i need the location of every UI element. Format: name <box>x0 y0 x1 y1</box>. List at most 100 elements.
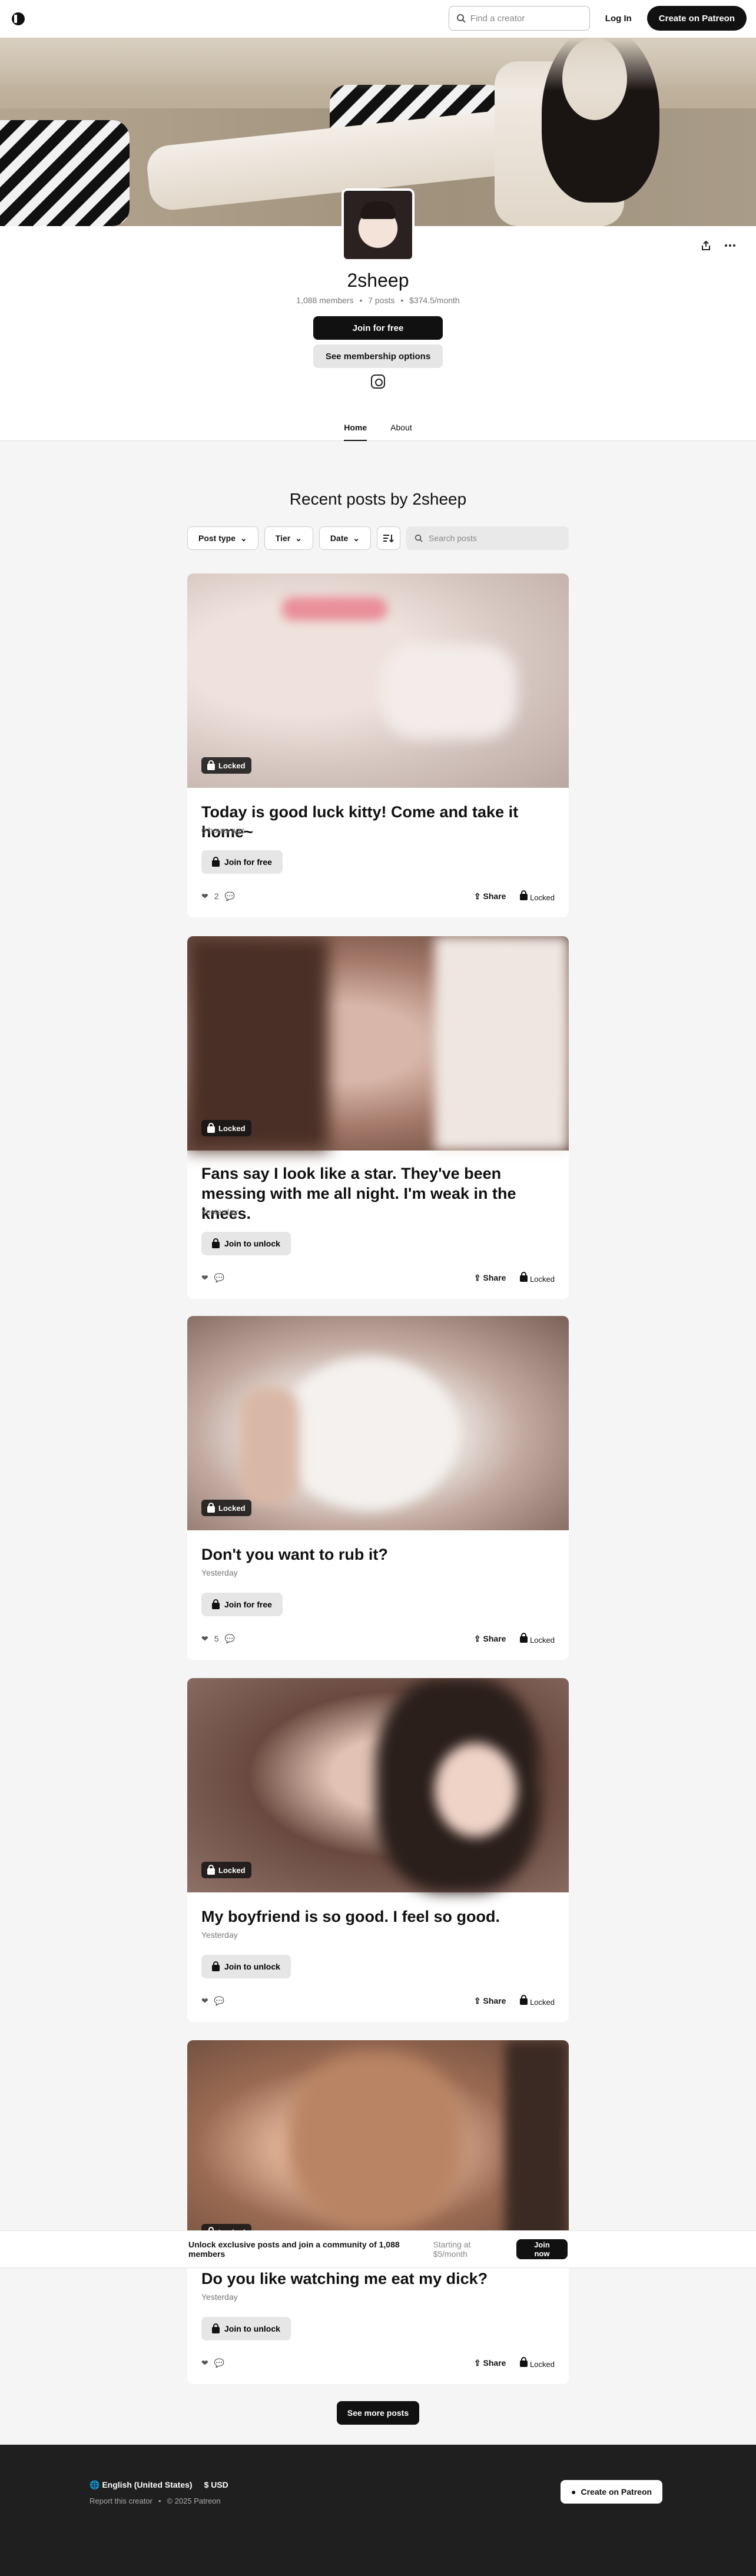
report-creator-link[interactable]: Report this creator <box>89 2497 152 2505</box>
locked-badge: Locked <box>201 1120 251 1136</box>
share-icon: ⇪ <box>473 891 481 901</box>
post-date: Yesterday <box>201 2292 238 2302</box>
locked-status: Locked <box>520 1994 555 2007</box>
locked-badge: Locked <box>201 1862 251 1878</box>
post-title[interactable]: Fans say I look like a star. They've bee… <box>201 1163 555 1224</box>
membership-options-button[interactable]: See membership options <box>313 344 443 368</box>
footer-create-button[interactable]: ● Create on Patreon <box>561 2480 663 2504</box>
share-button[interactable]: ⇪ Share <box>474 1996 506 2006</box>
see-more-posts-button[interactable]: See more posts <box>337 2401 419 2425</box>
tab-about[interactable]: About <box>390 420 412 441</box>
sort-button[interactable] <box>377 526 401 550</box>
join-button[interactable]: Join for free <box>201 1593 283 1616</box>
copyright: © 2025 Patreon <box>167 2497 221 2505</box>
lock-icon <box>212 1961 220 1971</box>
post-thumbnail[interactable]: Locked <box>187 573 569 788</box>
filter-post-type[interactable]: Post type ⌄ <box>187 526 258 550</box>
join-button[interactable]: Join to unlock <box>201 1232 291 1255</box>
lock-icon <box>520 1271 528 1282</box>
post-date: 6 hours ago <box>201 825 245 835</box>
instagram-icon[interactable] <box>371 374 385 389</box>
heart-icon[interactable]: ❤ <box>201 1273 208 1283</box>
locked-badge: Locked <box>201 1500 251 1516</box>
create-on-patreon-button[interactable]: Create on Patreon <box>646 6 747 31</box>
post-card[interactable]: Locked Fans say I look like a star. They… <box>187 936 569 1299</box>
lock-icon <box>207 1123 215 1133</box>
login-button[interactable]: Log In <box>599 14 638 24</box>
posts-count: 7 posts <box>368 296 395 305</box>
lock-icon <box>212 2323 220 2333</box>
search-placeholder: Find a creator <box>470 13 525 24</box>
post-thumbnail[interactable]: Locked <box>187 1316 569 1530</box>
more-options-icon[interactable] <box>722 237 738 254</box>
filter-tier[interactable]: Tier ⌄ <box>264 526 313 550</box>
share-button[interactable]: ⇪ Share <box>474 891 506 901</box>
post-title[interactable]: My boyfriend is so good. I feel so good. <box>201 1907 500 1927</box>
post-search-input[interactable]: Search posts <box>406 526 569 550</box>
lock-icon <box>207 1503 215 1513</box>
join-button[interactable]: Join to unlock <box>201 1955 291 1978</box>
post-card[interactable]: Locked Don't you want to rub it? Yesterd… <box>187 1316 569 1660</box>
share-icon: ⇪ <box>473 1272 481 1282</box>
comment-icon[interactable]: 💬 <box>225 891 235 901</box>
creator-search-input[interactable]: Find a creator <box>448 6 590 31</box>
currency-selector[interactable]: $ USD <box>204 2480 228 2490</box>
share-button[interactable]: ⇪ Share <box>474 2358 506 2368</box>
members-count: 1,088 members <box>296 296 354 305</box>
post-title[interactable]: Don't you want to rub it? <box>201 1544 388 1564</box>
post-card[interactable]: Locked Today is good luck kitty! Come an… <box>187 573 569 917</box>
share-button[interactable]: ⇪ Share <box>474 1634 506 1644</box>
post-thumbnail[interactable]: Locked <box>187 1678 569 1892</box>
lock-icon <box>212 857 220 867</box>
filter-date[interactable]: Date ⌄ <box>319 526 372 550</box>
creator-name: 2sheep <box>347 270 409 291</box>
comment-icon[interactable]: 💬 <box>214 1273 224 1283</box>
post-card[interactable]: Locked My boyfriend is so good. I feel s… <box>187 1678 569 2022</box>
chevron-down-icon: ⌄ <box>295 533 302 543</box>
search-icon <box>456 14 466 23</box>
lock-icon <box>212 1599 220 1609</box>
top-bar: Find a creator Log In Create on Patreon <box>0 0 756 38</box>
patreon-logo-icon: ● <box>571 2487 576 2497</box>
lock-icon <box>520 890 528 900</box>
post-date: Yesterday <box>201 1930 238 1940</box>
comment-icon[interactable]: 💬 <box>225 1634 235 1644</box>
locked-status: Locked <box>520 1271 555 1284</box>
post-thumbnail[interactable]: Locked <box>187 936 569 1151</box>
heart-icon[interactable]: ❤ <box>201 1996 208 2006</box>
monthly-income: $374.5/month <box>409 296 460 305</box>
locked-badge: Locked <box>201 757 251 774</box>
join-now-button[interactable]: Join now <box>516 2239 568 2259</box>
heart-icon[interactable]: ❤ <box>201 2358 208 2368</box>
share-icon: ⇪ <box>473 2358 481 2368</box>
comment-icon[interactable]: 💬 <box>214 2358 224 2368</box>
join-button[interactable]: Join to unlock <box>201 2317 291 2340</box>
post-title[interactable]: Today is good luck kitty! Come and take … <box>201 802 569 842</box>
patreon-logo-icon[interactable] <box>12 12 25 25</box>
post-thumbnail[interactable]: Locked <box>187 2040 569 2255</box>
heart-icon[interactable]: ❤ <box>201 891 208 901</box>
share-button[interactable]: ⇪ Share <box>474 1273 506 1283</box>
chevron-down-icon: ⌄ <box>240 533 247 543</box>
creator-stats: 1,088 members • 7 posts • $374.5/month <box>296 296 460 305</box>
lock-icon <box>207 760 215 770</box>
join-for-free-button[interactable]: Join for free <box>313 316 443 340</box>
post-date: Yesterday <box>201 1207 238 1216</box>
locked-status: Locked <box>520 890 555 902</box>
profile-tabs: Home About <box>0 420 756 441</box>
post-title[interactable]: Do you like watching me eat my dick? <box>201 2269 488 2289</box>
like-count: 2 <box>214 891 219 901</box>
footer: 🌐 English (United States) $ USD Report t… <box>0 2445 756 2576</box>
lock-icon <box>212 1238 220 1248</box>
recent-posts-title: Recent posts by 2sheep <box>289 490 467 508</box>
join-button[interactable]: Join for free <box>201 850 283 874</box>
heart-icon[interactable]: ❤ <box>201 1634 208 1644</box>
language-selector[interactable]: 🌐 English (United States) <box>89 2480 193 2490</box>
post-card[interactable]: Locked Do you like watching me eat my di… <box>187 2040 569 2384</box>
tab-home[interactable]: Home <box>344 420 367 441</box>
share-profile-icon[interactable] <box>698 237 714 254</box>
comment-icon[interactable]: 💬 <box>214 1996 224 2006</box>
post-filters: Post type ⌄ Tier ⌄ Date ⌄ Search posts <box>187 526 569 550</box>
lock-icon <box>520 1994 528 2005</box>
join-prompt: Unlock exclusive posts and join a commun… <box>188 2240 400 2259</box>
